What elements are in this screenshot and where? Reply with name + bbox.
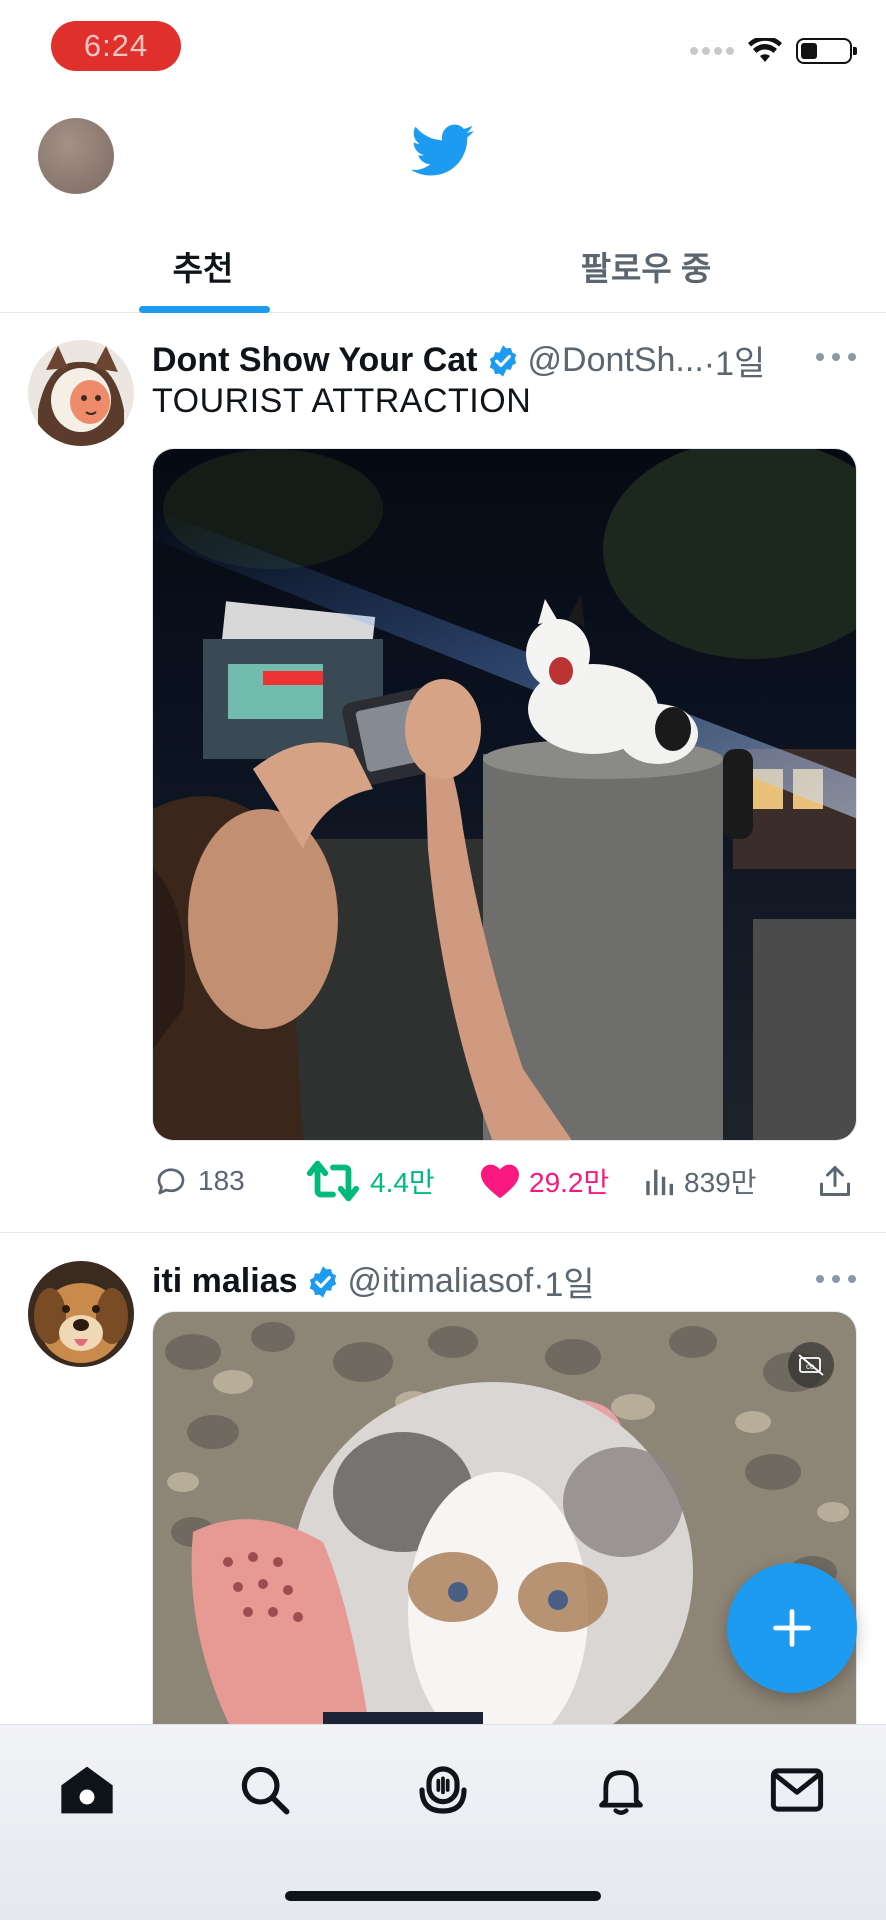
retweet-icon (306, 1160, 360, 1202)
tweet-time: ·1일 (533, 1266, 595, 1304)
messages-icon (770, 1768, 824, 1812)
reply-icon (157, 1168, 185, 1195)
search-icon (241, 1766, 290, 1815)
profile-avatar[interactable] (38, 118, 114, 194)
status-time[interactable]: 6:24 (51, 21, 181, 71)
status-bar: 6:24 (0, 0, 886, 92)
verified-badge-icon (309, 1265, 336, 1298)
author-avatar[interactable] (28, 1261, 134, 1367)
author-name[interactable]: iti malias (152, 1262, 298, 1301)
like-button[interactable]: 29.2만 (479, 1161, 609, 1201)
like-count: 29.2만 (529, 1167, 610, 1198)
bottom-navigation (0, 1724, 886, 1920)
tab-label: 추천 (172, 250, 234, 287)
home-indicator[interactable] (285, 1891, 601, 1901)
verified-badge-icon (489, 344, 516, 377)
share-icon (820, 1166, 850, 1196)
tweet-header: iti malias @itimaliasof ·1일 (152, 1257, 595, 1306)
status-icons (690, 38, 857, 64)
nav-search[interactable] (230, 1755, 300, 1825)
tab-for-you[interactable]: 추천 (0, 220, 406, 313)
tweet-media-photo[interactable] (152, 448, 857, 1141)
reply-count: 183 (198, 1165, 245, 1196)
views-button[interactable]: 839만 (642, 1161, 756, 1201)
home-icon (61, 1766, 113, 1814)
retweet-count: 4.4만 (370, 1167, 435, 1198)
tweet-text: TOURIST ATTRACTION (152, 382, 532, 420)
tweet[interactable]: Dont Show Your Cat @DontSh... ·1일 TOURIS… (0, 314, 886, 1232)
reply-button[interactable]: 183 (152, 1163, 245, 1199)
tweet-actions: 183 4.4만 29.2만 839만 (152, 1153, 857, 1209)
compose-button[interactable] (727, 1563, 857, 1693)
captions-icon[interactable]: cc (788, 1342, 834, 1388)
timeline-tabs: 추천 팔로우 중 (0, 220, 886, 313)
twitter-bird-icon[interactable] (411, 124, 475, 178)
nav-home[interactable] (52, 1755, 122, 1825)
active-tab-indicator (139, 306, 270, 313)
wifi-icon (748, 38, 782, 62)
author-avatar[interactable] (28, 340, 134, 446)
like-icon (481, 1164, 519, 1199)
battery-icon (796, 38, 857, 64)
more-icon[interactable] (816, 352, 856, 362)
tweet-media-video[interactable]: cc (152, 1311, 857, 1751)
nav-spaces[interactable] (408, 1755, 478, 1825)
retweet-button[interactable]: 4.4만 (304, 1159, 435, 1203)
author-handle[interactable]: @DontSh... (528, 341, 704, 380)
views-count: 839만 (684, 1167, 757, 1198)
app-header (0, 92, 886, 220)
views-icon (646, 1169, 674, 1196)
author-name[interactable]: Dont Show Your Cat (152, 341, 478, 380)
tweet-time: ·1일 (703, 345, 766, 383)
more-icon[interactable] (816, 1274, 856, 1284)
spaces-icon (419, 1766, 467, 1814)
notifications-icon (599, 1770, 643, 1815)
cellular-signal-icon (690, 47, 734, 55)
tab-following[interactable]: 팔로우 중 (406, 220, 886, 312)
nav-notifications[interactable] (586, 1755, 656, 1825)
compose-icon (773, 1609, 811, 1647)
author-handle[interactable]: @itimaliasof (348, 1262, 534, 1301)
share-button[interactable] (817, 1163, 861, 1199)
tweet-header: Dont Show Your Cat @DontSh... ·1일 (152, 336, 765, 385)
nav-messages[interactable] (762, 1755, 832, 1825)
tab-label: 팔로우 중 (580, 250, 712, 287)
